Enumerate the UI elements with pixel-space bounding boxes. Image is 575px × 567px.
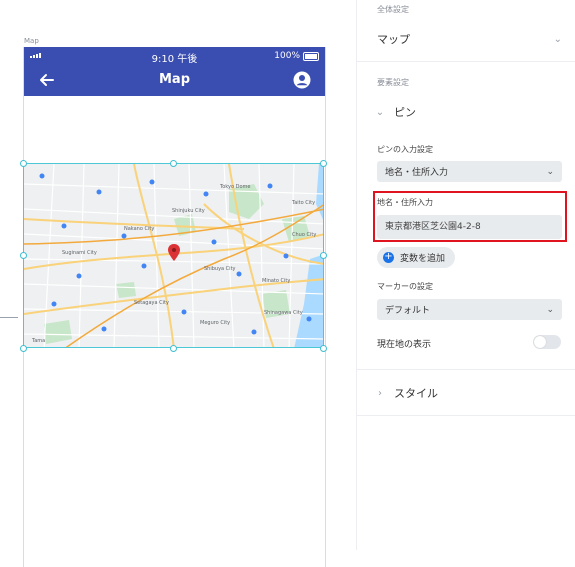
resize-handle[interactable]	[320, 252, 327, 259]
resize-handle[interactable]	[20, 160, 27, 167]
connector-line	[0, 317, 18, 318]
resize-handle[interactable]	[20, 345, 27, 352]
battery-icon	[303, 51, 319, 61]
map-label-tokyo-dome: Tokyo Dome	[219, 184, 250, 190]
add-variable-label: 変数を追加	[400, 254, 446, 264]
map-label-shinagawa: Shinagawa City	[264, 310, 303, 316]
map-label-suginami: Suginami City	[62, 250, 97, 256]
map-label-minato: Minato City	[262, 278, 290, 284]
frame-label: Map	[24, 37, 39, 45]
status-bar: 9:10 午後 100%	[24, 47, 325, 65]
map-element[interactable]: Tokyo Dome Shinjuku City Shibuya City Mi…	[23, 163, 324, 348]
map-label-tama: Tama	[31, 338, 45, 344]
style-section-title: スタイル	[394, 387, 438, 400]
resize-handle[interactable]	[320, 345, 327, 352]
map-label-setagaya: Setagaya City	[134, 300, 169, 306]
divider	[357, 369, 575, 370]
map-image: Tokyo Dome Shinjuku City Shibuya City Mi…	[24, 164, 323, 347]
marker-select[interactable]: デフォルト ⌄	[377, 299, 562, 320]
current-location-label: 現在地の表示	[377, 340, 432, 350]
properties-panel: 全体設定 マップ ⌄ 要素設定 ⌄ ピン ピンの入力設定 地名・住所入力 ⌄ 地…	[356, 0, 575, 550]
chevron-down-icon: ⌄	[546, 304, 554, 315]
battery-percent: 100%	[274, 51, 300, 61]
chevron-right-icon: ›	[378, 387, 382, 399]
battery-status: 100%	[274, 51, 319, 61]
map-label-taito: Taito City	[291, 200, 315, 206]
screen-type-select[interactable]: マップ ⌄	[377, 31, 562, 47]
address-input[interactable]: 東京都港区芝公園4-2-8	[377, 215, 562, 239]
plus-icon: +	[383, 251, 394, 263]
chevron-down-icon: ⌄	[553, 33, 562, 45]
resize-handle[interactable]	[20, 252, 27, 259]
pin-input-label: ピンの入力設定	[377, 145, 433, 154]
map-label-chuo: Chuo City	[292, 232, 316, 238]
app-bar-title: Map	[158, 72, 190, 87]
app-bar: Map	[24, 65, 325, 96]
map-label-shibuya: Shibuya City	[204, 266, 236, 272]
address-label: 地名・住所入力	[377, 198, 433, 207]
style-section-toggle[interactable]: › スタイル	[375, 385, 438, 401]
marker-value: デフォルト	[385, 306, 431, 316]
map-label-shinjuku: Shinjuku City	[172, 208, 205, 214]
add-variable-button[interactable]: + 変数を追加	[377, 247, 456, 268]
pin-section-toggle[interactable]: ⌄ ピン	[375, 104, 416, 120]
resize-handle[interactable]	[320, 160, 327, 167]
design-canvas: Map 9:10 午後 100% Map Tokyo Dome Shinjuku…	[0, 0, 356, 567]
marker-label: マーカーの設定	[377, 282, 433, 291]
pin-input-select[interactable]: 地名・住所入力 ⌄	[377, 161, 562, 182]
current-location-toggle[interactable]	[533, 335, 561, 349]
global-settings-label: 全体設定	[377, 5, 409, 14]
element-settings-label: 要素設定	[377, 78, 409, 87]
pin-input-value: 地名・住所入力	[385, 168, 449, 178]
divider	[357, 61, 575, 62]
resize-handle[interactable]	[170, 345, 177, 352]
map-label-meguro: Meguro City	[200, 320, 230, 326]
divider	[357, 415, 575, 416]
map-label-nakano: Nakano City	[124, 226, 154, 232]
pin-section-title: ピン	[394, 106, 416, 119]
account-circle-icon[interactable]	[293, 71, 311, 89]
screen-type-value: マップ	[377, 33, 410, 46]
resize-handle[interactable]	[170, 160, 177, 167]
chevron-down-icon: ⌄	[546, 166, 554, 177]
chevron-down-icon: ⌄	[375, 106, 385, 118]
